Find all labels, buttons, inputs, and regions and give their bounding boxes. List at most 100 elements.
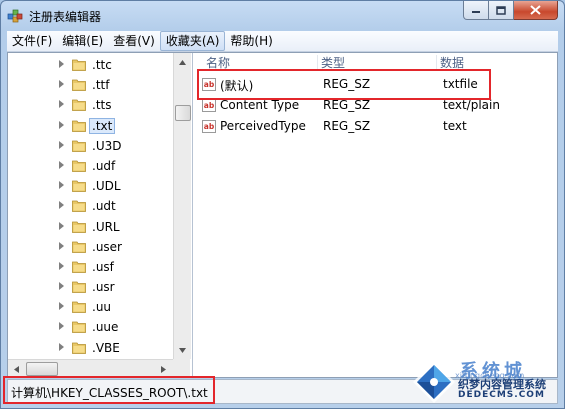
scroll-down-button[interactable]: [175, 342, 190, 358]
tree-item-label: .ttf: [92, 78, 110, 93]
close-icon: [530, 5, 541, 15]
chevron-down-icon: [179, 347, 186, 353]
watermark-logo-icon: [413, 361, 455, 403]
folder-icon: [72, 221, 86, 233]
tree-item-label: .usf: [92, 259, 114, 274]
expand-arrow-icon[interactable]: [59, 160, 64, 169]
value-data: text: [443, 119, 467, 133]
menu-file[interactable]: 文件(F): [7, 31, 57, 51]
tree-item[interactable]: .tts: [8, 95, 173, 115]
value-name: Content Type: [220, 98, 300, 112]
watermark-line2: DEDECMS.COM: [458, 390, 545, 400]
scroll-left-button[interactable]: [9, 361, 24, 377]
tree-item[interactable]: .VBE: [8, 338, 173, 358]
menu-edit[interactable]: 编辑(E): [57, 31, 108, 51]
tree-item-label: .udf: [92, 158, 116, 173]
tree-item-label: .ttc: [92, 58, 112, 72]
folder-icon: [72, 120, 86, 132]
registry-editor-window: 注册表编辑器 文件(F) 编辑(E) 查看(V) 收藏夹(A) 帮助(H) .t…: [0, 0, 565, 409]
tree-item[interactable]: .ttc: [8, 55, 173, 75]
chevron-left-icon: [14, 365, 19, 373]
tree-item-label: .uue: [92, 320, 119, 335]
expand-arrow-icon[interactable]: [59, 140, 64, 149]
vertical-scroll-thumb[interactable]: [175, 105, 191, 121]
title-bar[interactable]: 注册表编辑器: [1, 1, 564, 31]
folder-icon: [72, 99, 86, 112]
tree-item[interactable]: .txt: [8, 116, 173, 136]
expand-arrow-icon[interactable]: [59, 302, 64, 311]
expand-arrow-icon[interactable]: [59, 261, 64, 270]
tree-item-label: .VBE: [92, 340, 120, 355]
expand-arrow-icon[interactable]: [59, 241, 64, 250]
menu-bar: 文件(F) 编辑(E) 查看(V) 收藏夹(A) 帮助(H): [7, 31, 558, 52]
expand-arrow-icon[interactable]: [59, 80, 64, 89]
folder-icon: [72, 322, 86, 334]
close-button[interactable]: [514, 1, 558, 20]
main-content: .ttc .ttf .tts .txt .U3D .udf .UDL .udt .URL .use…: [7, 52, 558, 378]
minimize-icon: [472, 11, 480, 13]
maximize-button[interactable]: [489, 1, 514, 20]
expand-arrow-icon[interactable]: [59, 342, 64, 351]
scrollbar-corner: [173, 359, 190, 376]
tree-item[interactable]: .udt: [8, 196, 173, 216]
window-title: 注册表编辑器: [29, 10, 102, 24]
maximize-icon: [496, 5, 506, 15]
tree-vertical-scrollbar[interactable]: [173, 53, 191, 359]
folder-icon: [72, 241, 86, 253]
registry-editor-icon: [7, 9, 23, 23]
folder-icon: [72, 342, 86, 354]
folder-icon: [72, 301, 86, 314]
expand-arrow-icon[interactable]: [59, 201, 64, 210]
folder-icon: [72, 160, 86, 172]
column-divider[interactable]: [317, 55, 318, 70]
tree-item[interactable]: .UDL: [8, 176, 173, 196]
tree-item-label: .UDL: [92, 179, 121, 194]
string-value-icon: ab: [202, 120, 216, 133]
tree-item-label: .usr: [92, 280, 115, 295]
tree-item[interactable]: .U3D: [8, 136, 173, 156]
tree-item[interactable]: .uu: [8, 297, 173, 317]
expand-arrow-icon[interactable]: [59, 120, 64, 129]
value-name: PerceivedType: [220, 119, 306, 133]
tree-item[interactable]: .uue: [8, 317, 173, 337]
tree-item-label: .txt: [88, 117, 116, 134]
expand-arrow-icon[interactable]: [59, 282, 64, 291]
horizontal-scroll-thumb[interactable]: [26, 362, 58, 376]
folder-icon: [72, 140, 86, 152]
tree-horizontal-scrollbar[interactable]: [8, 359, 173, 377]
expand-arrow-icon[interactable]: [59, 100, 64, 109]
column-divider[interactable]: [436, 55, 437, 70]
expand-arrow-icon[interactable]: [59, 181, 64, 190]
tree-item-label: .tts: [92, 98, 112, 113]
folder-icon: [72, 59, 86, 71]
folder-icon: [72, 180, 86, 193]
tree-item[interactable]: .usf: [8, 257, 173, 277]
tree-item-label: .uu: [92, 300, 112, 315]
expand-arrow-icon[interactable]: [59, 322, 64, 331]
folder-icon: [72, 79, 86, 92]
menu-favorites[interactable]: 收藏夹(A): [159, 31, 226, 51]
tree-item[interactable]: .ttf: [8, 75, 173, 95]
watermark: 系统城 xitongcheng.com 织梦内容管理系统 DEDECMS.COM: [411, 357, 563, 405]
folder-icon: [72, 261, 86, 273]
value-row[interactable]: ab PerceivedType REG_SZ text: [194, 117, 554, 138]
expand-arrow-icon[interactable]: [59, 60, 64, 68]
tree-item[interactable]: .user: [8, 237, 173, 257]
scroll-right-button[interactable]: [156, 361, 171, 377]
highlight-box-default-value: [197, 69, 491, 100]
highlight-box-status-path: [3, 376, 215, 404]
tree-item-label: .URL: [92, 219, 120, 234]
tree-item[interactable]: .udf: [8, 156, 173, 176]
tree-item[interactable]: .usr: [8, 277, 173, 297]
svg-text:ab: ab: [204, 101, 215, 110]
expand-arrow-icon[interactable]: [59, 221, 64, 230]
minimize-button[interactable]: [463, 1, 489, 20]
scroll-up-button[interactable]: [175, 54, 190, 70]
chevron-up-icon: [179, 59, 186, 65]
svg-text:ab: ab: [204, 122, 215, 131]
menu-view[interactable]: 查看(V): [108, 31, 160, 51]
folder-icon: [72, 281, 86, 293]
menu-help[interactable]: 帮助(H): [225, 31, 277, 51]
tree-item[interactable]: .URL: [8, 217, 173, 237]
registry-values-pane: 名称 类型 数据 ab (默认) REG_SZ txtfile ab Content Ty…: [194, 53, 557, 377]
